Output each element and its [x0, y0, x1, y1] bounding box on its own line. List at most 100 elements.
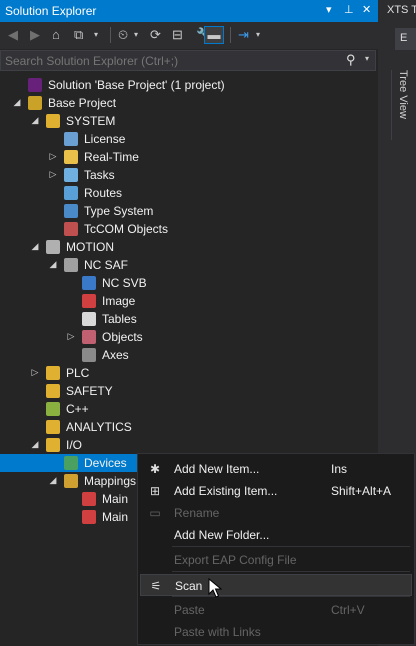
xts-tab[interactable]: XTS T: [387, 4, 416, 16]
tree-view-tab[interactable]: Tree View: [391, 70, 414, 140]
collapse-arrow-icon[interactable]: ◢: [48, 475, 58, 486]
menu-item-paste[interactable]: Paste Ctrl+V: [140, 599, 412, 621]
tree-item[interactable]: ◢ MOTION: [0, 238, 378, 256]
collapse-arrow-icon[interactable]: ◢: [30, 115, 40, 126]
tree-item[interactable]: TcCOM Objects: [0, 220, 378, 238]
expand-arrow-icon[interactable]: ▷: [66, 331, 76, 342]
chevron-down-icon[interactable]: ▾: [94, 27, 98, 43]
menu-item-rename[interactable]: ▭ Rename: [140, 502, 412, 524]
tree-item[interactable]: ◢ SYSTEM: [0, 112, 378, 130]
search-options-chevron-icon[interactable]: ▾: [365, 54, 369, 63]
solution-explorer-titlebar: Solution Explorer ▾ ⊥ ✕: [0, 0, 378, 22]
collapse-all-icon[interactable]: ⊟: [172, 27, 183, 43]
tree-item[interactable]: Tables: [0, 310, 378, 328]
dropdown-icon[interactable]: ▾: [326, 3, 332, 16]
menu-item-paste-with-links[interactable]: Paste with Links: [140, 621, 412, 643]
tree-item-label: Solution 'Base Project' (1 project): [48, 78, 225, 92]
analytics-icon: [46, 420, 60, 434]
tree-item[interactable]: C++: [0, 400, 378, 418]
realtime-icon: [64, 150, 78, 164]
menu-item-icon: ▭: [149, 506, 161, 520]
toolbar-separator: [230, 27, 231, 43]
tree-item[interactable]: Type System: [0, 202, 378, 220]
tree-item[interactable]: ANALYTICS: [0, 418, 378, 436]
tree-item-label: I/O: [66, 438, 83, 452]
tree-item[interactable]: SAFETY: [0, 382, 378, 400]
tree-item-label: C++: [66, 402, 89, 416]
tree-item-label: Real-Time: [84, 150, 139, 164]
menu-item-label: Add New Item...: [174, 462, 260, 476]
io-icon: [46, 438, 60, 452]
collapse-arrow-icon[interactable]: ◢: [30, 439, 40, 450]
nc-svb-icon: [82, 276, 96, 290]
pin-icon[interactable]: ⊥: [344, 3, 354, 16]
image-icon: [82, 294, 96, 308]
menu-separator: [172, 546, 410, 547]
chevron-down-icon[interactable]: ▾: [256, 27, 260, 43]
tree-item[interactable]: License: [0, 130, 378, 148]
tree-item-label: License: [84, 132, 126, 146]
menu-item-shortcut: Ins: [331, 462, 348, 476]
search-input[interactable]: [5, 52, 335, 69]
pending-changes-filter-icon[interactable]: ⏲: [118, 27, 128, 43]
nc-saf-icon: [64, 258, 78, 272]
menu-separator: [172, 571, 410, 572]
home-icon[interactable]: ⌂: [52, 27, 60, 43]
chevron-down-icon[interactable]: ▾: [134, 27, 138, 43]
close-icon[interactable]: ✕: [362, 3, 371, 16]
sync-icon[interactable]: ⟳: [150, 27, 161, 43]
tree-item-label: NC SAF: [84, 258, 129, 272]
expand-arrow-icon[interactable]: ▷: [48, 151, 58, 162]
preview-selected-icon[interactable]: ▬: [204, 26, 224, 44]
tree-item[interactable]: Routes: [0, 184, 378, 202]
safety-icon: [46, 384, 60, 398]
tasks-icon: [64, 168, 78, 182]
menu-item-icon: ⊞: [149, 484, 161, 498]
menu-item-scan[interactable]: ⚟ Scan: [140, 574, 412, 596]
back-icon[interactable]: ◀: [8, 27, 18, 43]
menu-item-add-existing-item[interactable]: ⊞ Add Existing Item... Shift+Alt+A: [140, 480, 412, 502]
tree-item[interactable]: ◢ I/O: [0, 436, 378, 454]
collapse-arrow-icon[interactable]: ◢: [48, 259, 58, 270]
tree-item-label: NC SVB: [102, 276, 147, 290]
tree-item[interactable]: ▷ Real-Time: [0, 148, 378, 166]
tree-item[interactable]: Image: [0, 292, 378, 310]
context-menu: ✱ Add New Item... Ins ⊞ Add Existing Item...…: [137, 453, 415, 645]
tables-icon: [82, 312, 96, 326]
tree-item[interactable]: Solution 'Base Project' (1 project): [0, 76, 378, 94]
menu-item-export-eap-config-file[interactable]: Export EAP Config File: [140, 549, 412, 571]
mappings-icon: [64, 474, 78, 488]
cpp-icon: [46, 402, 60, 416]
tccom-icon: [64, 222, 78, 236]
tree-item[interactable]: ▷ PLC: [0, 364, 378, 382]
menu-item-add-new-folder[interactable]: Add New Folder...: [140, 524, 412, 546]
project-icon: [28, 96, 42, 110]
switch-views-icon[interactable]: ⧉: [74, 27, 83, 43]
expand-arrow-icon[interactable]: ▷: [30, 367, 40, 378]
collapse-arrow-icon[interactable]: ◢: [12, 97, 22, 108]
tree-item-label: Devices: [84, 456, 127, 470]
routes-icon: [64, 186, 78, 200]
tree-item[interactable]: NC SVB: [0, 274, 378, 292]
tree-item[interactable]: ◢ NC SAF: [0, 256, 378, 274]
xts-button[interactable]: E: [395, 28, 416, 50]
search-box: ⚲ ▾: [0, 50, 376, 71]
tree-item[interactable]: ◢ Base Project: [0, 94, 378, 112]
type-system-icon: [64, 204, 78, 218]
expand-arrow-icon[interactable]: ▷: [48, 169, 58, 180]
tc-target-icon[interactable]: ⇥: [238, 27, 249, 43]
forward-icon[interactable]: ▶: [30, 27, 40, 43]
tree-item[interactable]: ▷ Tasks: [0, 166, 378, 184]
tree-item-label: Tables: [102, 312, 137, 326]
tree-item-label: PLC: [66, 366, 90, 380]
tree-item[interactable]: ▷ Objects: [0, 328, 378, 346]
tree-item[interactable]: Axes: [0, 346, 378, 364]
tree-item-label: Axes: [102, 348, 129, 362]
devices-icon: [64, 456, 78, 470]
tree-item-label: Base Project: [48, 96, 117, 110]
search-icon[interactable]: ⚲: [346, 52, 356, 68]
menu-item-add-new-item[interactable]: ✱ Add New Item... Ins: [140, 458, 412, 480]
menu-item-label: Rename: [174, 506, 220, 520]
collapse-arrow-icon[interactable]: ◢: [30, 241, 40, 252]
tree-item-label: Main: [102, 510, 129, 524]
